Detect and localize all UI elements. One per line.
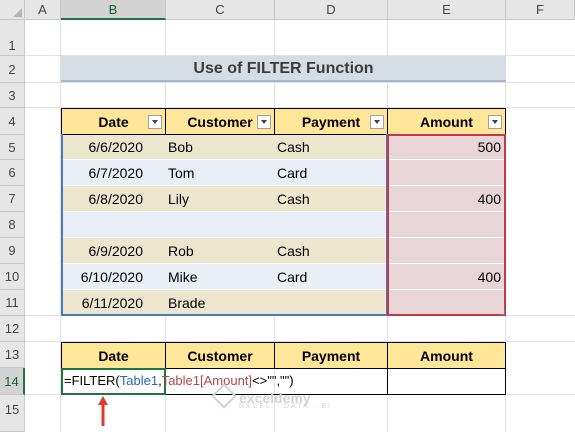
table1-cell-customer[interactable]: Brade bbox=[165, 290, 275, 316]
header-label: Amount bbox=[420, 114, 473, 130]
table2-header-customer[interactable]: Customer bbox=[165, 342, 275, 369]
table1-cell-amount[interactable] bbox=[387, 212, 506, 238]
table1-cell-date[interactable]: 6/10/2020 bbox=[61, 264, 166, 290]
table1-cell-date[interactable]: 6/11/2020 bbox=[61, 290, 166, 316]
cell-divider bbox=[387, 368, 388, 395]
table1-cell-amount[interactable] bbox=[387, 290, 506, 316]
table1-header-date[interactable]: Date bbox=[61, 108, 166, 135]
formula-ref-table: Table1 bbox=[119, 373, 159, 388]
header-label: Payment bbox=[301, 114, 361, 130]
column-header-c[interactable]: C bbox=[166, 0, 275, 20]
row-header-5[interactable]: 5 bbox=[0, 135, 25, 160]
table2-header-date[interactable]: Date bbox=[61, 342, 166, 369]
formula-ref-amount: Table1[Amount] bbox=[161, 373, 253, 388]
table1-cell-customer[interactable]: Bob bbox=[165, 135, 275, 160]
select-all-icon bbox=[13, 8, 22, 17]
table-resize-handle[interactable] bbox=[499, 309, 505, 315]
filter-dropdown-icon[interactable] bbox=[148, 115, 162, 129]
table1-cell-payment[interactable]: Card bbox=[274, 264, 388, 290]
table1-cell-date[interactable]: 6/9/2020 bbox=[61, 238, 166, 264]
row-header-12[interactable]: 12 bbox=[0, 316, 25, 342]
row-header-11[interactable]: 11 bbox=[0, 290, 25, 316]
watermark-logo-icon bbox=[211, 383, 237, 409]
table1-cell-amount[interactable]: 400 bbox=[387, 186, 506, 212]
table1-cell-payment[interactable] bbox=[274, 212, 388, 238]
row-header-1[interactable]: 1 bbox=[0, 20, 25, 56]
row-header-2[interactable]: 2 bbox=[0, 56, 25, 83]
table1-cell-customer[interactable]: Lily bbox=[165, 186, 275, 212]
header-label: Customer bbox=[187, 114, 253, 130]
table2-header-amount[interactable]: Amount bbox=[387, 342, 506, 369]
gridline bbox=[25, 82, 575, 83]
table1-header-amount[interactable]: Amount bbox=[387, 108, 506, 135]
filter-dropdown-icon[interactable] bbox=[488, 115, 502, 129]
row-header-13[interactable]: 13 bbox=[0, 342, 25, 368]
table1-cell-date[interactable]: 6/8/2020 bbox=[61, 186, 166, 212]
row-header-7[interactable]: 7 bbox=[0, 186, 25, 212]
table1-cell-amount[interactable] bbox=[387, 238, 506, 264]
table1-cell-customer[interactable]: Rob bbox=[165, 238, 275, 264]
header-label: Date bbox=[98, 114, 129, 130]
table1-cell-date[interactable]: 6/7/2020 bbox=[61, 160, 166, 186]
row-header-9[interactable]: 9 bbox=[0, 238, 25, 264]
column-header-a[interactable]: A bbox=[25, 0, 61, 20]
red-arrow-icon bbox=[98, 396, 108, 426]
filter-dropdown-icon[interactable] bbox=[257, 115, 271, 129]
row-header-10[interactable]: 10 bbox=[0, 264, 25, 290]
watermark-tagline: EXCEL · DATA · BI bbox=[239, 403, 332, 410]
row-header-6[interactable]: 6 bbox=[0, 160, 25, 186]
table1-cell-date[interactable]: 6/6/2020 bbox=[61, 135, 166, 160]
row-header-3[interactable]: 3 bbox=[0, 83, 25, 108]
table1-cell-payment[interactable]: Cash bbox=[274, 135, 388, 160]
table1-cell-customer[interactable]: Tom bbox=[165, 160, 275, 186]
table1-cell-payment[interactable]: Cash bbox=[274, 238, 388, 264]
row-header-14[interactable]: 14 bbox=[0, 368, 25, 395]
row-header-15[interactable]: 15 bbox=[0, 395, 25, 432]
table1-cell-amount[interactable]: 400 bbox=[387, 264, 506, 290]
table1-cell-customer[interactable] bbox=[165, 212, 275, 238]
table1-header-customer[interactable]: Customer bbox=[165, 108, 275, 135]
table1-cell-payment[interactable]: Card bbox=[274, 160, 388, 186]
table1-cell-payment[interactable]: Cash bbox=[274, 186, 388, 212]
column-header-f[interactable]: F bbox=[506, 0, 575, 20]
exceldemy-watermark: exceldemy EXCEL · DATA · BI bbox=[211, 383, 332, 410]
column-header-d[interactable]: D bbox=[275, 0, 388, 20]
formula-criteria: <>"","") bbox=[252, 373, 294, 388]
row-header-8[interactable]: 8 bbox=[0, 212, 25, 238]
table1-cell-amount[interactable]: 500 bbox=[387, 135, 506, 160]
formula-function: =FILTER( bbox=[64, 373, 120, 388]
table1-cell-customer[interactable]: Mike bbox=[165, 264, 275, 290]
filter-dropdown-icon[interactable] bbox=[370, 115, 384, 129]
table2-header-payment[interactable]: Payment bbox=[274, 342, 388, 369]
table1-cell-date[interactable] bbox=[61, 212, 166, 238]
table1-cell-amount[interactable] bbox=[387, 160, 506, 186]
table1-header-payment[interactable]: Payment bbox=[274, 108, 388, 135]
table1-cell-payment[interactable] bbox=[274, 290, 388, 316]
sheet-title[interactable]: Use of FILTER Function bbox=[61, 56, 506, 82]
select-all-corner[interactable] bbox=[0, 0, 25, 20]
spreadsheet: A B C D E F 1 2 3 4 5 6 7 8 9 10 11 12 1… bbox=[0, 0, 575, 432]
column-header-e[interactable]: E bbox=[388, 0, 506, 20]
row-header-4[interactable]: 4 bbox=[0, 108, 25, 135]
column-header-b[interactable]: B bbox=[61, 0, 166, 20]
